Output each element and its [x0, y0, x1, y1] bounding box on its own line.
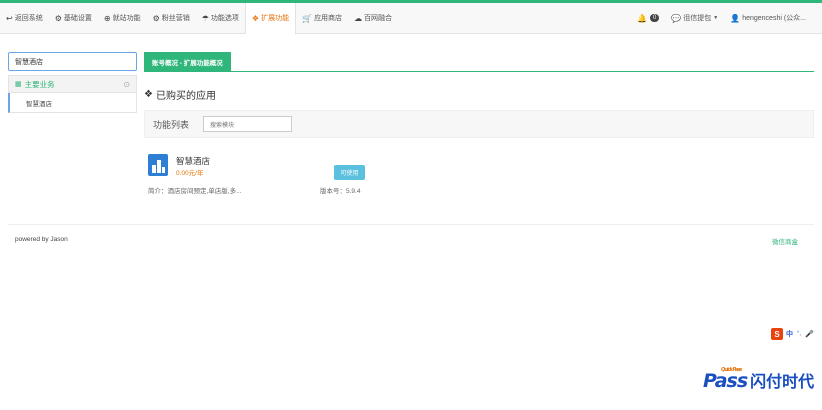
logo-quick-text: Quick Pass: [721, 367, 742, 373]
cart-icon: 🛒: [302, 13, 313, 23]
app-version: 版本号：5.9.4: [320, 188, 361, 195]
sidebar-item-smart-hotel[interactable]: 智慧酒店: [8, 93, 137, 113]
main-content: 账号概况 - 扩展功能概况 ❖ 已购买的应用 功能列表 搜索模块 智慧酒店 0.…: [144, 52, 814, 195]
nav-label: 应用商店: [314, 15, 343, 22]
umbrella-icon: ☂: [201, 13, 209, 23]
nav-item-web-fusion[interactable]: ☁ 百网融合: [348, 3, 398, 34]
use-app-button[interactable]: 可使用: [334, 165, 365, 180]
nav-item-basic-settings[interactable]: ⚙ 基础设置: [49, 3, 98, 34]
nav-item-fan-marketing[interactable]: ⚙ 粉丝营销: [147, 3, 196, 34]
sogou-s-icon: S: [771, 328, 783, 340]
cloud-icon: ☁: [354, 13, 363, 23]
user-menu[interactable]: 👤 hengenceshi (公众...: [724, 3, 812, 34]
gear-icon: ⚙: [54, 13, 62, 23]
module-search-input[interactable]: 搜索模块: [203, 116, 293, 132]
logo-cn-text: 闪付时代: [750, 372, 815, 391]
user-icon: 👤: [730, 13, 741, 23]
cubes-icon: ❖: [251, 13, 260, 23]
ime-mode-label: 中: [786, 331, 793, 338]
app-name: 智慧酒店: [176, 156, 211, 166]
logo-pass-text: Pass Quick Pass: [703, 367, 748, 392]
comments-icon: 💬: [671, 13, 682, 23]
sidebar-item-label: 智慧酒店: [26, 100, 52, 108]
app-card-smart-hotel[interactable]: 智慧酒店 0.00元/年 可使用 简介：酒店房间预定,单店版,多... 版本号：…: [144, 152, 366, 200]
microphone-icon: 🎤: [805, 331, 814, 338]
messages-label: 徂信提包: [683, 15, 712, 22]
building-icon: [148, 154, 168, 176]
cog-icon: ⚙: [152, 13, 160, 23]
footer-divider: [8, 224, 814, 225]
tab-bar: 账号概况 - 扩展功能概况: [144, 52, 814, 72]
cubes-icon: ❖: [144, 89, 153, 100]
footer-link[interactable]: 微信商盒: [772, 236, 798, 246]
user-label: hengenceshi (公众...: [742, 15, 806, 22]
nav-label: 返回系统: [14, 15, 43, 22]
ime-toolbar[interactable]: S 中 °, 🎤: [771, 327, 822, 341]
app-description: 简介：酒店房间预定,单店版,多...: [148, 188, 242, 195]
globe-icon: ⊕: [103, 13, 111, 23]
sidebar-group-main-business[interactable]: ▦ 主要业务 ⊙: [8, 75, 137, 93]
nav-item-app-store[interactable]: 🛒 应用商店: [296, 3, 348, 34]
grid-icon: ▦: [15, 81, 22, 88]
bell-icon: 🔔: [636, 13, 647, 23]
nav-item-extensions[interactable]: ❖ 扩展功能: [244, 2, 297, 34]
nav-right: 🔔 0 💬 徂信提包 ▼ 👤 hengenceshi (公众...: [631, 3, 822, 34]
return-icon: ↩: [6, 13, 13, 23]
function-list-label: 功能列表: [153, 119, 190, 130]
section-title-text: 已购买的应用: [155, 91, 216, 102]
sidebar: 智慧酒店 ▦ 主要业务 ⊙ 智慧酒店: [8, 52, 137, 113]
function-list-bar: 功能列表 搜索模块: [144, 110, 814, 138]
nav-label: 功能选项: [210, 15, 239, 22]
app-price: 0.00元/年: [176, 170, 204, 177]
tab-account-overview[interactable]: 账号概况 - 扩展功能概况: [144, 52, 231, 72]
nav-item-function-options[interactable]: ☂ 功能选项: [196, 3, 245, 34]
nav-item-site-function[interactable]: ⊕ 就站功能: [98, 3, 147, 34]
nav-label: 基础设置: [63, 15, 92, 22]
sidebar-search-input[interactable]: 智慧酒店: [8, 52, 137, 71]
top-navbar: ↩ 返回系统 ⚙ 基础设置 ⊕ 就站功能 ⚙ 粉丝营销 ☂ 功能选项 ❖ 扩展功能 🛒 应用商…: [0, 2, 822, 34]
settings-icon[interactable]: ⊙: [123, 80, 130, 89]
nav-label: 粉丝营销: [161, 15, 190, 22]
ime-punct-label: °,: [797, 331, 802, 337]
sidebar-group-label: 主要业务: [24, 79, 55, 89]
notifications-button[interactable]: 🔔 0: [631, 3, 665, 34]
quickpass-logo: Pass Quick Pass 闪付时代: [703, 366, 814, 392]
nav-label: 扩展功能: [261, 15, 290, 22]
nav-item-return-system[interactable]: ↩ 返回系统: [0, 3, 49, 34]
messages-dropdown[interactable]: 💬 徂信提包 ▼: [665, 3, 724, 34]
section-title: ❖ 已购买的应用: [144, 87, 814, 102]
caret-down-icon: ▼: [713, 15, 719, 21]
notification-badge: 0: [649, 14, 660, 22]
footer-powered-by: powered by Jason: [15, 236, 68, 243]
nav-label: 百网融合: [364, 15, 393, 22]
nav-label: 就站功能: [112, 15, 141, 22]
